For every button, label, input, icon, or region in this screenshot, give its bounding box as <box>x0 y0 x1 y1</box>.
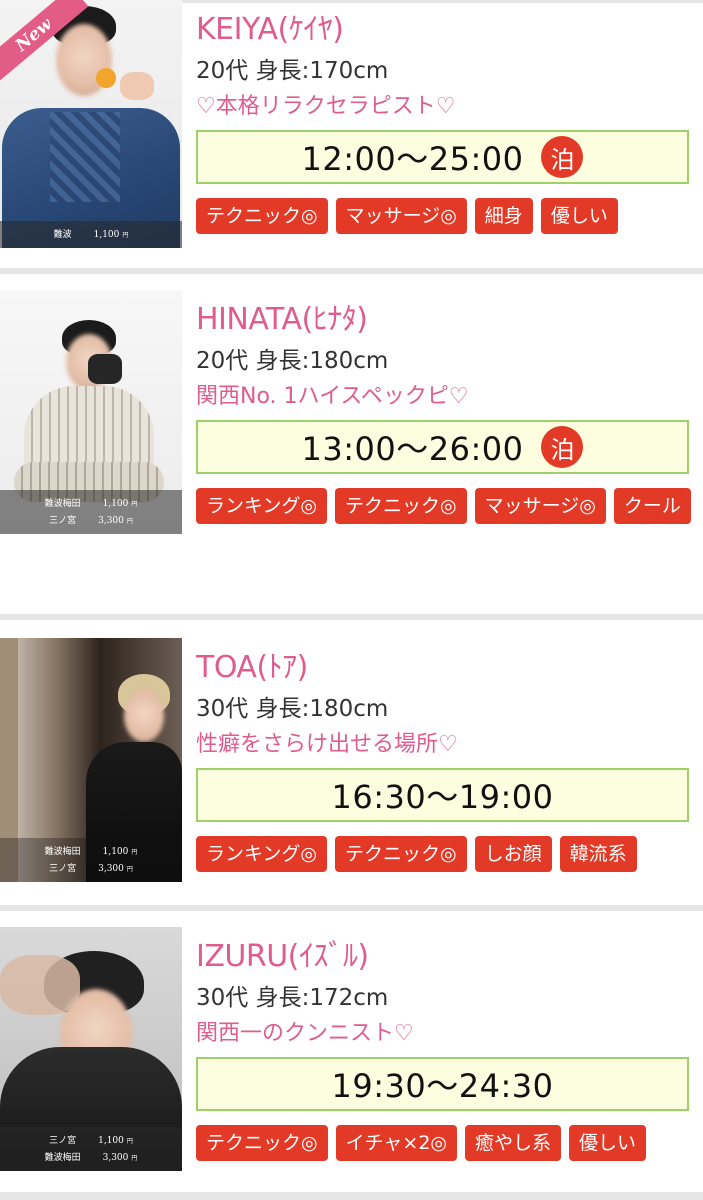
therapist-catchphrase: 関西一のクンニスト♡ <box>196 1021 414 1046</box>
tag: テクニック◎ <box>196 198 328 234</box>
therapist-photo[interactable]: 三ノ宮 1,100 円 難波梅田 3,300 円 <box>0 927 182 1171</box>
price-area: 難波梅田 <box>44 847 81 857</box>
price-value: 1,100 円 <box>93 230 129 240</box>
overnight-badge: 泊 <box>541 136 584 178</box>
card-separator <box>0 1192 703 1200</box>
tag: ランキング◎ <box>196 488 328 524</box>
schedule-box: 12:00〜25:00 泊 <box>196 130 689 184</box>
tag: ランキング◎ <box>196 836 328 872</box>
tag: 癒やし系 <box>465 1125 562 1161</box>
overnight-badge: 泊 <box>541 426 584 468</box>
price-row: 難波梅田 1,100 円 <box>0 844 182 861</box>
price-value: 1,100 円 <box>102 499 138 509</box>
therapist-info: HINATA(ﾋﾅﾀ) 20代 身長:180cm 関西No. 1ハイスペックピ♡… <box>196 302 691 524</box>
therapist-name[interactable]: HINATA(ﾋﾅﾀ) <box>196 302 691 338</box>
therapist-stats: 30代 身長:172cm <box>196 985 389 1011</box>
price-row: 三ノ宮 3,300 円 <box>0 513 182 530</box>
therapist-photo[interactable]: New 難波 1,100 円 <box>0 0 182 248</box>
therapist-card[interactable]: 難波梅田 1,100 円 三ノ宮 3,300 円 HINATA(ﾋﾅﾀ) 20代 身… <box>0 274 703 614</box>
tag-list: テクニック◎ イチャ×2◎ 癒やし系 優しい <box>196 1125 696 1161</box>
tag: 韓流系 <box>559 836 637 872</box>
price-value: 3,300 円 <box>98 864 133 874</box>
price-value: 1,100 円 <box>102 847 138 857</box>
schedule-box: 16:30〜19:00 <box>196 768 689 822</box>
price-box: 難波 1,100 円 <box>0 221 182 248</box>
tag: テクニック◎ <box>196 1125 328 1161</box>
price-box: 難波梅田 1,100 円 三ノ宮 3,300 円 <box>0 838 182 882</box>
price-value: 1,100 円 <box>98 1136 133 1146</box>
tag: テクニック◎ <box>335 836 467 872</box>
schedule-time: 19:30〜24:30 <box>331 1067 554 1105</box>
therapist-card[interactable]: New 難波 1,100 円 KEIYA(ｹｲﾔ) 20代 身長:170cm ♡本… <box>0 0 703 268</box>
therapist-catchphrase: 性癖をさらけ出せる場所♡ <box>196 732 458 757</box>
tag: しお顔 <box>474 836 552 872</box>
price-row: 難波梅田 3,300 円 <box>0 1150 182 1167</box>
schedule-time: 16:30〜19:00 <box>331 778 554 816</box>
price-area: 三ノ宮 <box>49 516 77 526</box>
tag: クール <box>613 488 691 524</box>
therapist-stats: 20代 身長:180cm <box>196 348 389 374</box>
therapist-info: IZURU(ｲｽﾞﾙ) 30代 身長:172cm 関西一のクンニスト♡ 19:3… <box>196 939 691 1161</box>
therapist-photo[interactable]: 難波梅田 1,100 円 三ノ宮 3,300 円 <box>0 290 182 534</box>
therapist-stats: 20代 身長:170cm <box>196 58 389 84</box>
price-box: 三ノ宮 1,100 円 難波梅田 3,300 円 <box>0 1127 182 1171</box>
price-row: 難波梅田 1,100 円 <box>0 496 182 513</box>
therapist-name[interactable]: KEIYA(ｹｲﾔ) <box>196 12 691 48</box>
therapist-info: KEIYA(ｹｲﾔ) 20代 身長:170cm ♡本格リラクセラピスト♡ 12:… <box>196 12 691 234</box>
tag-list: ランキング◎ テクニック◎ マッサージ◎ クール <box>196 488 696 524</box>
price-row: 三ノ宮 3,300 円 <box>0 861 182 878</box>
therapist-photo[interactable]: 難波梅田 1,100 円 三ノ宮 3,300 円 <box>0 638 182 882</box>
therapist-name[interactable]: TOA(ﾄｱ) <box>196 650 691 686</box>
tag: マッサージ◎ <box>474 488 606 524</box>
therapist-card[interactable]: 難波梅田 1,100 円 三ノ宮 3,300 円 TOA(ﾄｱ) 30代 身長:18… <box>0 620 703 905</box>
tag-list: ランキング◎ テクニック◎ しお顔 韓流系 <box>196 836 696 872</box>
price-box: 難波梅田 1,100 円 三ノ宮 3,300 円 <box>0 490 182 534</box>
tag: 細身 <box>474 198 533 234</box>
price-area: 難波梅田 <box>44 1153 81 1163</box>
therapist-info: TOA(ﾄｱ) 30代 身長:180cm 性癖をさらけ出せる場所♡ 16:30〜… <box>196 650 691 872</box>
price-value: 3,300 円 <box>102 1153 138 1163</box>
therapist-catchphrase: ♡本格リラクセラピスト♡ <box>196 94 456 119</box>
price-value: 3,300 円 <box>98 516 133 526</box>
price-area: 三ノ宮 <box>49 864 77 874</box>
schedule-box: 13:00〜26:00 泊 <box>196 420 689 474</box>
tag: テクニック◎ <box>335 488 467 524</box>
tag: マッサージ◎ <box>335 198 467 234</box>
tag: イチャ×2◎ <box>335 1125 457 1161</box>
therapist-name[interactable]: IZURU(ｲｽﾞﾙ) <box>196 939 691 975</box>
therapist-catchphrase: 関西No. 1ハイスペックピ♡ <box>196 384 469 409</box>
price-area: 難波 <box>53 230 72 240</box>
tag: 優しい <box>569 1125 647 1161</box>
schedule-time: 13:00〜26:00 <box>301 430 524 468</box>
price-area: 難波梅田 <box>44 499 81 509</box>
tag: 優しい <box>540 198 618 234</box>
price-area: 三ノ宮 <box>49 1136 77 1146</box>
schedule-time: 12:00〜25:00 <box>301 140 524 178</box>
price-row: 三ノ宮 1,100 円 <box>0 1133 182 1150</box>
schedule-box: 19:30〜24:30 <box>196 1057 689 1111</box>
therapist-stats: 30代 身長:180cm <box>196 696 389 722</box>
therapist-card[interactable]: 三ノ宮 1,100 円 難波梅田 3,300 円 IZURU(ｲｽﾞﾙ) 30代 身… <box>0 911 703 1192</box>
tag-list: テクニック◎ マッサージ◎ 細身 優しい <box>196 198 696 234</box>
price-row: 難波 1,100 円 <box>0 227 182 244</box>
